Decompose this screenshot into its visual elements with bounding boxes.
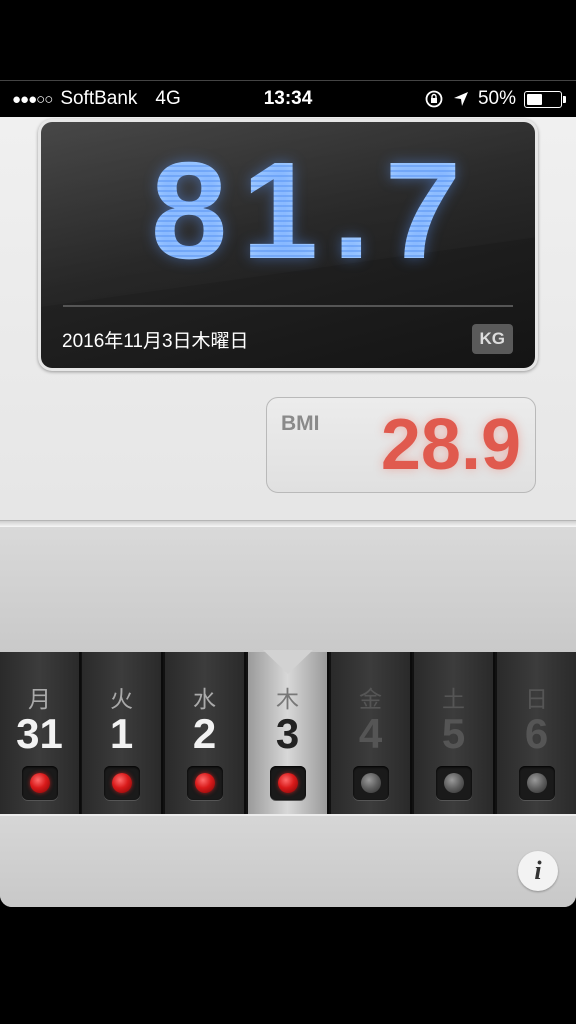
date-label: 2016年11月3日木曜日 bbox=[62, 331, 249, 352]
day-weekday: 月 bbox=[28, 686, 51, 712]
battery-percent: 50% bbox=[477, 88, 516, 109]
section-divider bbox=[0, 520, 576, 527]
led-socket bbox=[436, 766, 472, 800]
app-body: 81.7 2016年11月3日木曜日 KG BMI 28.9 月 31 火 1 水 2 木 3… bbox=[0, 117, 576, 907]
weight-screen: 81.7 2016年11月3日木曜日 KG bbox=[41, 122, 535, 368]
record-indicator-icon bbox=[195, 773, 215, 793]
led-socket bbox=[187, 766, 223, 800]
location-arrow-icon bbox=[453, 92, 468, 106]
day-number: 1 bbox=[109, 710, 134, 757]
unit-badge[interactable]: KG bbox=[471, 324, 513, 354]
record-indicator-icon bbox=[112, 773, 132, 793]
bmi-label: BMI bbox=[281, 412, 320, 435]
record-indicator-icon bbox=[527, 773, 547, 793]
week-selector: 月 31 火 1 水 2 木 3 金 4 土 5 日 6 bbox=[0, 650, 576, 814]
led-socket bbox=[104, 766, 140, 800]
led-socket bbox=[270, 766, 306, 800]
bottom-bar: i bbox=[0, 814, 576, 907]
selected-day-marker bbox=[263, 650, 313, 674]
day-weekday: 木 bbox=[276, 686, 299, 712]
bmi-panel: BMI 28.9 bbox=[266, 397, 536, 493]
day-weekday: 金 bbox=[359, 686, 382, 712]
day-cell[interactable]: 月 31 bbox=[0, 652, 81, 814]
day-number: 4 bbox=[358, 710, 383, 757]
bmi-value: 28.9 bbox=[380, 405, 521, 485]
record-indicator-icon bbox=[278, 773, 298, 793]
weight-display: 81.7 2016年11月3日木曜日 KG bbox=[38, 119, 538, 371]
day-cell[interactable]: 水2 bbox=[165, 652, 246, 814]
day-number: 31 bbox=[16, 710, 63, 757]
battery-icon bbox=[524, 90, 566, 108]
record-indicator-icon bbox=[361, 773, 381, 793]
battery-fill bbox=[527, 93, 542, 105]
day-cell[interactable]: 土5 bbox=[414, 652, 495, 814]
record-indicator-icon bbox=[444, 773, 464, 793]
display-divider bbox=[63, 305, 513, 307]
led-socket bbox=[353, 766, 389, 800]
day-weekday: 土 bbox=[442, 686, 465, 712]
info-button[interactable]: i bbox=[518, 851, 558, 891]
day-number: 2 bbox=[192, 710, 217, 757]
rotation-lock-icon bbox=[425, 90, 443, 108]
record-indicator-icon bbox=[30, 773, 50, 793]
lower-panel bbox=[0, 527, 576, 652]
day-number: 5 bbox=[441, 710, 466, 757]
status-bar: ●●●○○ SoftBank 4G 13:34 50% bbox=[0, 80, 576, 117]
day-weekday: 水 bbox=[193, 686, 216, 712]
day-number: 6 bbox=[524, 710, 549, 757]
weight-value: 81.7 bbox=[41, 132, 535, 291]
day-weekday: 火 bbox=[110, 686, 133, 712]
day-cell[interactable]: 金4 bbox=[331, 652, 412, 814]
led-socket bbox=[22, 766, 58, 800]
day-cell[interactable]: 日6 bbox=[497, 652, 576, 814]
day-number: 3 bbox=[275, 710, 300, 757]
status-right: 50% bbox=[424, 88, 566, 110]
day-weekday: 日 bbox=[525, 686, 548, 712]
day-cell[interactable]: 木3 bbox=[248, 652, 329, 814]
day-cell[interactable]: 火1 bbox=[82, 652, 163, 814]
led-socket bbox=[519, 766, 555, 800]
